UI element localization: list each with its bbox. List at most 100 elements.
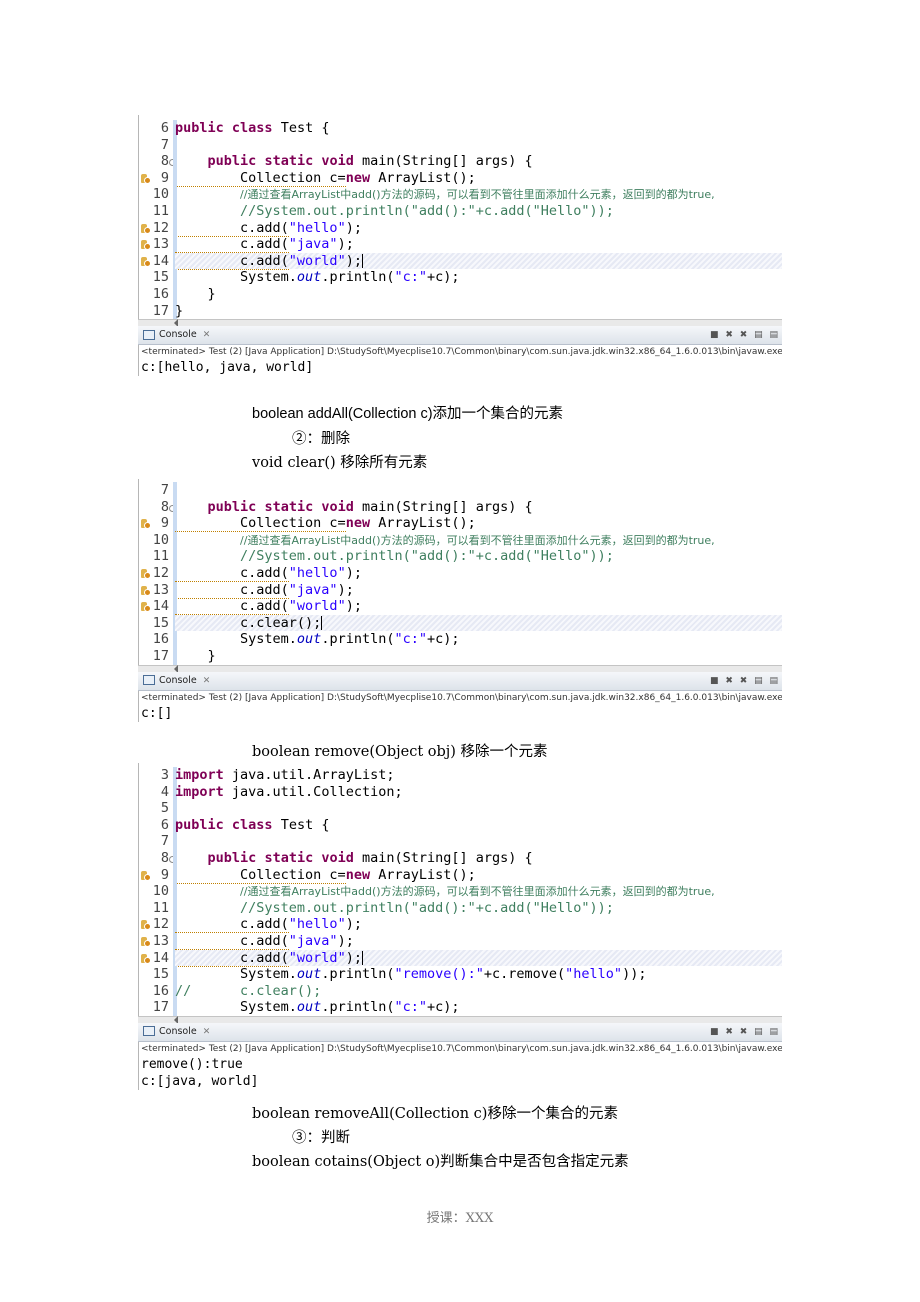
- code-line[interactable]: 8 public static void main(String[] args)…: [139, 153, 782, 170]
- code-text[interactable]: //System.out.println("add():"+c.add("Hel…: [175, 900, 782, 917]
- code-text[interactable]: Collection c=new ArrayList();: [175, 866, 782, 884]
- code-line[interactable]: 16 }: [139, 285, 782, 303]
- code-text[interactable]: System.out.println("remove():"+c.remove(…: [175, 966, 782, 983]
- code-line[interactable]: 11 //System.out.println("add():"+c.add("…: [139, 899, 782, 917]
- panel-splitter-3[interactable]: [138, 1015, 782, 1024]
- code-line[interactable]: 11 //System.out.println("add():"+c.add("…: [139, 548, 782, 565]
- code-text[interactable]: c.add("world");: [175, 598, 782, 616]
- code-text[interactable]: import java.util.Collection;: [175, 784, 782, 801]
- code-text[interactable]: //通过查看ArrayList中add()方法的源码，可以看到不管往里面添加什么…: [175, 186, 782, 203]
- code-line[interactable]: 15 c.clear();: [139, 614, 782, 632]
- code-line[interactable]: 14 c.add("world");: [139, 252, 782, 270]
- code-line[interactable]: 14 c.add("world");: [139, 949, 782, 967]
- code-text[interactable]: System.out.println("c:"+c);: [175, 631, 782, 648]
- warning-icon[interactable]: [141, 256, 151, 267]
- code-text[interactable]: c.add("world");: [175, 252, 782, 270]
- panel-splitter-1[interactable]: [138, 319, 782, 328]
- code-line[interactable]: 16 System.out.println("c:"+c);: [139, 631, 782, 648]
- code-line[interactable]: 6 public class Test {: [139, 120, 782, 137]
- code-line[interactable]: 12 c.add("hello");: [139, 219, 782, 237]
- code-line[interactable]: 8 public static void main(String[] args)…: [139, 849, 782, 867]
- code-line[interactable]: 13 c.add("java");: [139, 236, 782, 254]
- console-toolbar[interactable]: ■ ✖ ✖ ▤ ▤: [710, 326, 780, 344]
- warning-icon[interactable]: [141, 240, 151, 251]
- code-line[interactable]: 4 import java.util.Collection;: [139, 783, 782, 801]
- code-text[interactable]: public class Test {: [175, 120, 782, 137]
- code-line[interactable]: 13 c.add("java");: [139, 581, 782, 599]
- code-line[interactable]: 9 Collection c=new ArrayList();: [139, 169, 782, 187]
- code-text[interactable]: Collection c=new ArrayList();: [175, 515, 782, 533]
- code-text[interactable]: //通过查看ArrayList中add()方法的源码，可以看到不管往里面添加什么…: [175, 883, 782, 900]
- code-line[interactable]: 15 System.out.println("remove():"+c.remo…: [139, 966, 782, 983]
- warning-icon[interactable]: [141, 585, 151, 596]
- code-text[interactable]: Collection c=new ArrayList();: [175, 169, 782, 187]
- code-text[interactable]: // c.clear();: [175, 983, 782, 1000]
- warning-icon[interactable]: [141, 568, 151, 579]
- code-line[interactable]: 15 System.out.println("c:"+c);: [139, 269, 782, 286]
- code-text[interactable]: //System.out.println("add():"+c.add("Hel…: [175, 203, 782, 220]
- code-line[interactable]: 10 //通过查看ArrayList中add()方法的源码，可以看到不管往里面添…: [139, 186, 782, 203]
- code-line[interactable]: 10 //通过查看ArrayList中add()方法的源码，可以看到不管往里面添…: [139, 883, 782, 900]
- code-text[interactable]: [175, 137, 782, 154]
- code-line[interactable]: 7: [139, 136, 782, 154]
- code-text[interactable]: public static void main(String[] args) {: [175, 850, 782, 867]
- warning-icon[interactable]: [141, 173, 151, 184]
- code-text[interactable]: [175, 833, 782, 850]
- warning-icon[interactable]: [141, 936, 151, 947]
- code-text[interactable]: public static void main(String[] args) {: [175, 153, 782, 170]
- console-tab-1[interactable]: Console ✕ ■ ✖ ✖ ▤ ▤: [138, 326, 782, 346]
- close-icon[interactable]: ✕: [203, 1027, 211, 1037]
- code-line[interactable]: 13 c.add("java");: [139, 932, 782, 950]
- code-text[interactable]: [175, 800, 782, 817]
- code-line[interactable]: 14 c.add("world");: [139, 598, 782, 616]
- code-text[interactable]: c.add("world");: [175, 949, 782, 967]
- code-text[interactable]: c.add("java");: [175, 236, 782, 254]
- code-text[interactable]: //System.out.println("add():"+c.add("Hel…: [175, 548, 782, 565]
- code-editor-1[interactable]: 6 public class Test {7 8 public static voi…: [138, 115, 782, 320]
- warning-icon[interactable]: [141, 953, 151, 964]
- console-tab-3[interactable]: Console ✕ ■ ✖ ✖ ▤ ▤: [138, 1022, 782, 1042]
- close-icon[interactable]: ✕: [203, 676, 211, 686]
- warning-icon[interactable]: [141, 602, 151, 613]
- code-text[interactable]: System.out.println("c:"+c);: [175, 269, 782, 286]
- code-line[interactable]: 17 System.out.println("c:"+c);: [139, 999, 782, 1016]
- code-line[interactable]: 10 //通过查看ArrayList中add()方法的源码，可以看到不管往里面添…: [139, 531, 782, 549]
- code-line[interactable]: 3 import java.util.ArrayList;: [139, 767, 782, 784]
- code-line[interactable]: 6 public class Test {: [139, 816, 782, 834]
- code-line[interactable]: 9 Collection c=new ArrayList();: [139, 515, 782, 533]
- warning-icon[interactable]: [141, 920, 151, 931]
- code-text[interactable]: }: [175, 303, 782, 320]
- warning-icon[interactable]: [141, 519, 151, 530]
- warning-icon[interactable]: [141, 870, 151, 881]
- warning-icon[interactable]: [141, 223, 151, 234]
- code-line[interactable]: 8 public static void main(String[] args)…: [139, 498, 782, 516]
- code-text[interactable]: c.clear();: [175, 614, 782, 632]
- code-text[interactable]: System.out.println("c:"+c);: [175, 999, 782, 1016]
- close-icon[interactable]: ✕: [203, 330, 211, 340]
- code-text[interactable]: c.add("hello");: [175, 564, 782, 582]
- code-text[interactable]: }: [175, 286, 782, 303]
- code-line[interactable]: 11 //System.out.println("add():"+c.add("…: [139, 202, 782, 220]
- code-line[interactable]: 17 }: [139, 647, 782, 665]
- code-line[interactable]: 7: [139, 833, 782, 850]
- code-text[interactable]: c.add("java");: [175, 932, 782, 950]
- code-text[interactable]: public static void main(String[] args) {: [175, 499, 782, 516]
- code-line[interactable]: 12 c.add("hello");: [139, 916, 782, 934]
- console-toolbar[interactable]: ■ ✖ ✖ ▤ ▤: [710, 1023, 780, 1041]
- code-text[interactable]: c.add("hello");: [175, 916, 782, 934]
- code-editor-2[interactable]: 78 public static void main(String[] args…: [138, 479, 782, 665]
- code-editor-3[interactable]: 3 import java.util.ArrayList; 4 import java…: [138, 763, 782, 1016]
- console-tab-2[interactable]: Console ✕ ■ ✖ ✖ ▤ ▤: [138, 671, 782, 691]
- code-text[interactable]: c.add("hello");: [175, 219, 782, 237]
- code-line[interactable]: 5: [139, 800, 782, 817]
- code-text[interactable]: c.add("java");: [175, 581, 782, 599]
- code-text[interactable]: }: [175, 648, 782, 665]
- code-text[interactable]: //通过查看ArrayList中add()方法的源码，可以看到不管往里面添加什么…: [175, 532, 782, 549]
- code-line[interactable]: 9 Collection c=new ArrayList();: [139, 866, 782, 884]
- code-line[interactable]: 12 c.add("hello");: [139, 564, 782, 582]
- code-text[interactable]: import java.util.ArrayList;: [175, 767, 782, 784]
- code-line[interactable]: 16 // c.clear();: [139, 982, 782, 1000]
- code-text[interactable]: public class Test {: [175, 817, 782, 834]
- console-toolbar[interactable]: ■ ✖ ✖ ▤ ▤: [710, 672, 780, 690]
- panel-splitter-2[interactable]: [138, 664, 782, 673]
